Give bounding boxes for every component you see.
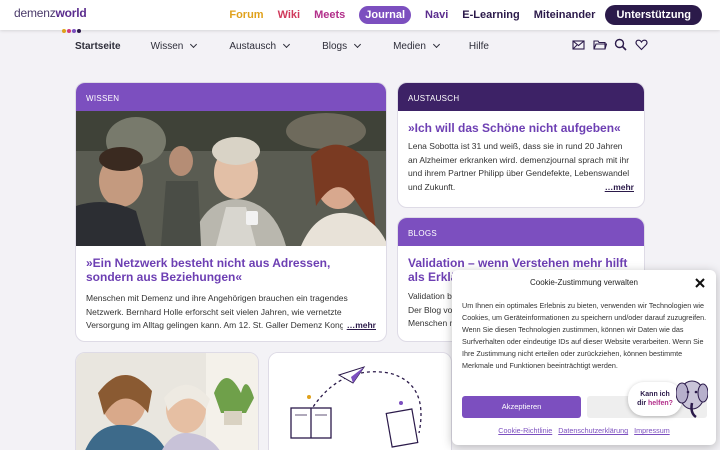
main-nav-e-learning[interactable]: E-Learning xyxy=(462,9,519,21)
article-card-photo[interactable] xyxy=(75,352,259,450)
section-nav: Startseite Wissen Austausch Blogs Medien Hilf… xyxy=(75,38,489,54)
more-link[interactable]: …mehr xyxy=(600,180,634,194)
main-nav-journal[interactable]: Journal xyxy=(359,6,412,24)
main-nav-wiki[interactable]: Wiki xyxy=(278,9,301,21)
article-teaser: Lena Sobotta ist 31 und weiß, dass sie i… xyxy=(408,140,634,194)
article-card-wissen[interactable]: Wissen »Ein Netzwerk besteht n xyxy=(75,82,387,342)
logo-dot xyxy=(62,29,66,33)
help-widget[interactable]: Kann ich dir helfen? xyxy=(628,377,710,419)
article-title[interactable]: »Ich will das Schöne nicht aufgeben« xyxy=(408,121,634,135)
section-nav-medien[interactable]: Medien xyxy=(393,40,440,52)
main-nav-meets[interactable]: Meets xyxy=(314,9,345,21)
article-title[interactable]: »Ein Netzwerk besteht nicht aus Adressen… xyxy=(86,256,376,284)
close-icon[interactable] xyxy=(694,276,706,288)
section-nav-label: Blogs xyxy=(322,40,348,52)
chevron-down-icon xyxy=(432,40,440,49)
teaser-text: Menschen mit Demenz und ihre Angehörigen… xyxy=(86,293,348,330)
section-nav-startseite[interactable]: Startseite xyxy=(75,41,121,52)
heart-icon[interactable] xyxy=(635,38,648,51)
cookie-links: Cookie-Richtlinie Datenschutzerklärung I… xyxy=(452,426,716,435)
section-nav-austausch[interactable]: Austausch xyxy=(229,40,291,52)
section-nav-hilfe[interactable]: Hilfe xyxy=(469,41,489,52)
teaser-text: Lena Sobotta ist 31 und weiß, dass sie i… xyxy=(408,141,630,192)
card-category: Blogs xyxy=(398,218,644,246)
section-nav-label: Austausch xyxy=(229,40,277,52)
main-nav-forum[interactable]: Forum xyxy=(229,9,263,21)
article-illustration xyxy=(269,353,451,450)
main-nav-navi[interactable]: Navi xyxy=(425,9,448,21)
chevron-down-icon xyxy=(190,40,198,49)
section-nav-label: Wissen xyxy=(150,40,184,52)
cookie-policy-link[interactable]: Cookie-Richtlinie xyxy=(498,426,552,435)
logo-dots xyxy=(62,20,86,33)
utility-icons xyxy=(572,38,648,54)
privacy-link[interactable]: Datenschutzerklärung xyxy=(558,426,628,435)
accept-button[interactable]: Akzeptieren xyxy=(462,396,581,418)
help-line-1: Kann ich xyxy=(640,391,670,398)
logo-dot xyxy=(72,29,76,33)
article-card-austausch[interactable]: Austausch »Ich will das Schöne nicht auf… xyxy=(397,82,645,208)
main-nav-miteinander[interactable]: Miteinander xyxy=(534,9,596,21)
logo-text: demenzworld xyxy=(14,6,87,20)
section-nav-label: Medien xyxy=(393,40,426,52)
folder-icon[interactable] xyxy=(593,38,608,51)
article-photo xyxy=(76,353,258,450)
card-category: Wissen xyxy=(76,83,386,111)
article-teaser: Menschen mit Demenz und ihre Angehörigen… xyxy=(86,292,376,333)
main-nav: Forum Wiki Meets Journal Navi E-Learning Mitei… xyxy=(229,5,702,25)
logo-dot xyxy=(77,29,81,33)
cookie-dialog-title: Cookie-Zustimmung verwalten xyxy=(529,278,639,287)
section-nav-label: Startseite xyxy=(75,40,121,52)
section-nav-blogs[interactable]: Blogs xyxy=(322,40,362,52)
imprint-link[interactable]: Impressum xyxy=(634,426,670,435)
top-bar: demenzworld Forum Wiki Meets Journal Navi E-L… xyxy=(0,0,720,33)
mail-icon[interactable] xyxy=(572,38,585,51)
cookie-dialog-text: Um Ihnen ein optimales Erlebnis zu biete… xyxy=(462,301,707,370)
section-nav-label: Hilfe xyxy=(468,40,489,52)
help-bubble[interactable]: Kann ich dir helfen? xyxy=(628,382,682,416)
logo-dot xyxy=(67,29,71,33)
section-nav-wissen[interactable]: Wissen xyxy=(150,40,198,52)
elephant-icon xyxy=(676,380,708,419)
support-button[interactable]: Unterstützung xyxy=(605,5,702,25)
card-category: Austausch xyxy=(398,83,644,111)
article-card-illustration[interactable] xyxy=(268,352,452,450)
chevron-down-icon xyxy=(354,40,362,49)
search-icon[interactable] xyxy=(614,38,627,51)
article-photo xyxy=(76,111,386,246)
help-line-2: dir helfen? xyxy=(637,400,673,407)
chevron-down-icon xyxy=(283,40,291,49)
logo[interactable]: demenzworld xyxy=(14,6,87,33)
more-link[interactable]: …mehr xyxy=(342,319,376,333)
